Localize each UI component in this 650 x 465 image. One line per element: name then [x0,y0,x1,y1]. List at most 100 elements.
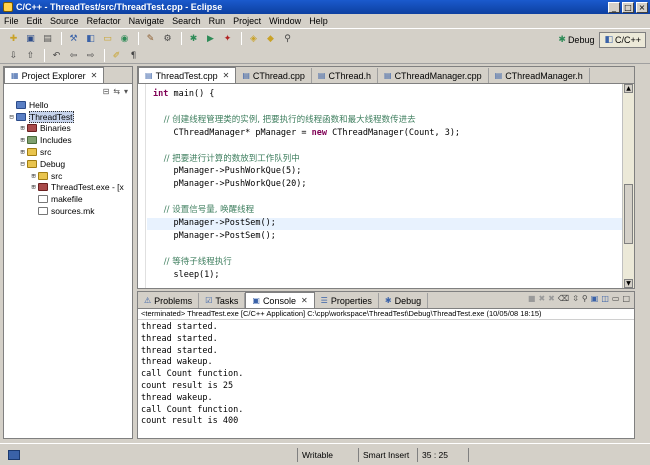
tab-debug[interactable]: ✱ Debug [379,293,429,308]
search-icon[interactable]: ⚲ [280,32,295,46]
expand-icon[interactable]: ⊞ [29,172,38,180]
tree-item[interactable]: makefile [4,193,132,205]
pin-console-icon[interactable]: ⚲ [582,294,588,303]
menu-run[interactable]: Run [209,16,226,26]
minimize-view-icon[interactable]: ▭ [612,294,620,303]
toolbar-separator [61,32,62,45]
toolbar-separator [241,32,242,45]
tab-tasks[interactable]: ☑ Tasks [199,293,246,308]
scroll-lock-icon[interactable]: ⇳ [572,294,579,303]
tab-editor-file[interactable]: ▤ CThreadManager.cpp [378,68,489,83]
tasks-icon: ☑ [205,296,213,305]
expand-icon[interactable]: ⊞ [18,124,27,132]
open-type-icon[interactable]: ◈ [246,32,261,46]
scroll-up-icon[interactable]: ▲ [624,84,633,93]
new-icon[interactable]: ✚ [6,32,21,46]
tree-item[interactable]: ⊞ Binaries [4,123,132,135]
new-cpp-project-icon[interactable]: ◧ [83,32,98,46]
tab-problems[interactable]: ⚠ Problems [138,293,200,308]
folder-icon [27,148,37,157]
perspective-cpp[interactable]: ◧ C/C++ [599,32,646,48]
menu-file[interactable]: File [4,16,19,26]
tree-item[interactable]: ⊞ Includes [4,134,132,146]
close-button[interactable]: × [636,1,648,13]
open-console-icon[interactable]: ◫ [601,294,609,303]
view-menu-icon[interactable]: ▾ [124,87,128,96]
console-line: thread started. [141,333,218,344]
close-icon[interactable]: ✕ [301,296,308,305]
show-whitespace-icon[interactable]: ¶ [126,49,141,63]
open-element-icon[interactable]: ◆ [263,32,278,46]
maximize-button[interactable]: □ [622,1,634,13]
fast-view-icon[interactable] [8,449,20,460]
menu-refactor[interactable]: Refactor [87,16,121,26]
code-editor[interactable]: int main() { // 创建线程管理类的实例, 把要执行的线程函数和最大… [138,84,634,288]
new-class-icon[interactable]: ◉ [117,32,132,46]
tree-item[interactable]: ⊞ src [4,146,132,158]
tab-project-explorer[interactable]: ▦ Project Explorer ✕ [4,67,105,83]
tools-icon[interactable]: ✎ [143,32,158,46]
toolbar-separator [104,49,105,62]
perspective-debug[interactable]: ✱ Debug [553,32,599,48]
tab-properties[interactable]: ☰ Properties [315,293,379,308]
back-icon[interactable]: ⇦ [66,49,81,63]
tab-editor-file[interactable]: ▤ CThread.h [312,68,378,83]
close-icon[interactable]: ✕ [223,71,230,80]
tree-item[interactable]: ⊟ Debug [4,158,132,170]
print-icon[interactable]: ▤ [40,32,55,46]
close-icon[interactable]: ✕ [91,71,98,80]
tree-item[interactable]: ⊞ ThreadTest.exe - [x [4,182,132,194]
display-console-icon[interactable]: ▣ [591,294,599,303]
tab-editor-file[interactable]: ▤ CThreadManager.h [489,68,590,83]
expand-icon[interactable]: ⊞ [18,148,27,156]
editor-vertical-scrollbar[interactable]: ▲ ▼ [622,84,634,288]
remove-launch-icon[interactable]: ✖ [538,294,545,303]
console-line: call Count function. [141,369,244,380]
clear-console-icon[interactable]: ⌫ [558,294,569,303]
menu-navigate[interactable]: Navigate [129,16,165,26]
expand-icon[interactable]: ⊞ [29,183,38,191]
scroll-down-icon[interactable]: ▼ [624,279,633,288]
code-line: CThreadManager* pManager = new CThreadMa… [153,127,461,138]
debug-settings-icon[interactable]: ⚙ [160,32,175,46]
tree-item[interactable]: sources.mk [4,205,132,217]
menu-window[interactable]: Window [269,16,301,26]
run-icon[interactable]: ▶ [203,32,218,46]
menu-edit[interactable]: Edit [27,16,43,26]
debug-icon[interactable]: ✱ [186,32,201,46]
previous-annotation-icon[interactable]: ⇧ [23,49,38,63]
collapse-all-icon[interactable]: ⊟ [103,87,110,96]
minimize-button[interactable]: _ [608,1,620,13]
scrollbar-thumb[interactable] [624,184,633,244]
code-line: sleep(1); [153,269,220,280]
build-icon[interactable]: ⚒ [66,32,81,46]
tab-editor-file[interactable]: ▤ CThread.cpp [236,68,312,83]
editor-gutter [138,84,146,288]
cpp-file-icon: ▤ [317,71,326,80]
tree-item-label: Binaries [40,123,71,134]
menu-search[interactable]: Search [172,16,201,26]
menu-project[interactable]: Project [233,16,261,26]
tree-item[interactable]: ⊞ src [4,170,132,182]
tab-console[interactable]: ▣ Console ✕ [245,292,315,308]
link-with-editor-icon[interactable]: ⇆ [113,87,120,96]
next-annotation-icon[interactable]: ⇩ [6,49,21,63]
menu-help[interactable]: Help [309,16,328,26]
remove-all-terminated-icon[interactable]: ✖ [548,294,555,303]
tree-item[interactable]: Hello [4,99,132,111]
maximize-view-icon[interactable]: □ [622,294,630,303]
external-tools-icon[interactable]: ✦ [220,32,235,46]
save-icon[interactable]: ▣ [23,32,38,46]
forward-icon[interactable]: ⇨ [83,49,98,63]
collapse-icon[interactable]: ⊟ [18,160,27,168]
terminate-icon[interactable]: ■ [528,294,536,303]
last-edit-icon[interactable]: ↶ [49,49,64,63]
menu-source[interactable]: Source [50,16,79,26]
tab-label: CThreadManager.h [505,70,583,81]
collapse-icon[interactable]: ⊟ [7,113,16,121]
new-folder-icon[interactable]: ▭ [100,32,115,46]
expand-icon[interactable]: ⊞ [18,136,27,144]
tab-editor-file[interactable]: ▤ ThreadTest.cpp ✕ [138,67,237,83]
toggle-mark-occurrences-icon[interactable]: ✐ [109,49,124,63]
tree-item[interactable]: ⊟ ThreadTest [4,110,132,123]
